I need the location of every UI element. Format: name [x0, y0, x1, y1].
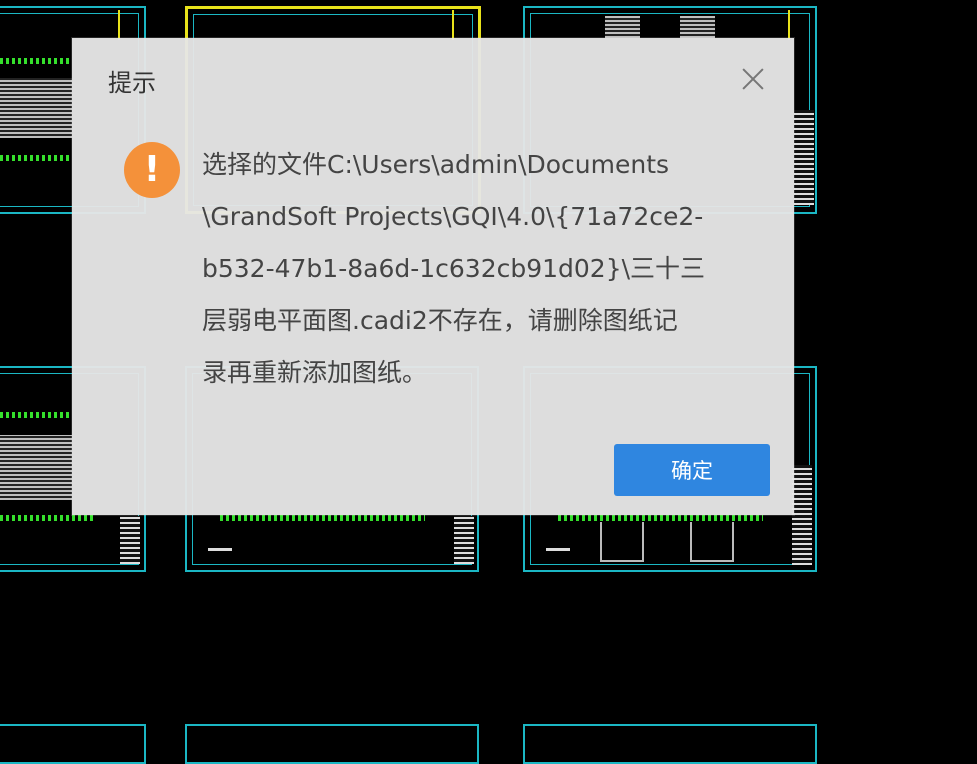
dialog-title: 提示	[108, 69, 156, 97]
message-line: b532-47b1-8a6d-1c632cb91d02}\三十三	[202, 254, 706, 283]
message-line: \GrandSoft Projects\GQI\4.0\{71a72ce2-	[202, 202, 704, 231]
ok-button[interactable]: 确定	[614, 444, 770, 496]
close-icon[interactable]	[738, 64, 768, 94]
message-dialog: 提示 ! 选择的文件C:\Users\admin\Documents \Gran…	[72, 38, 794, 515]
drawing-sheet[interactable]	[0, 724, 146, 764]
warning-icon: !	[124, 142, 180, 198]
message-line: 层弱电平面图.cadi2不存在，请删除图纸记	[202, 306, 678, 335]
message-line: 录再重新添加图纸。	[202, 358, 428, 387]
message-line: 选择的文件C:\Users\admin\Documents	[202, 150, 670, 179]
drawing-sheet[interactable]	[185, 724, 479, 764]
dialog-message: 选择的文件C:\Users\admin\Documents \GrandSoft…	[202, 139, 762, 399]
drawing-sheet[interactable]	[523, 724, 817, 764]
